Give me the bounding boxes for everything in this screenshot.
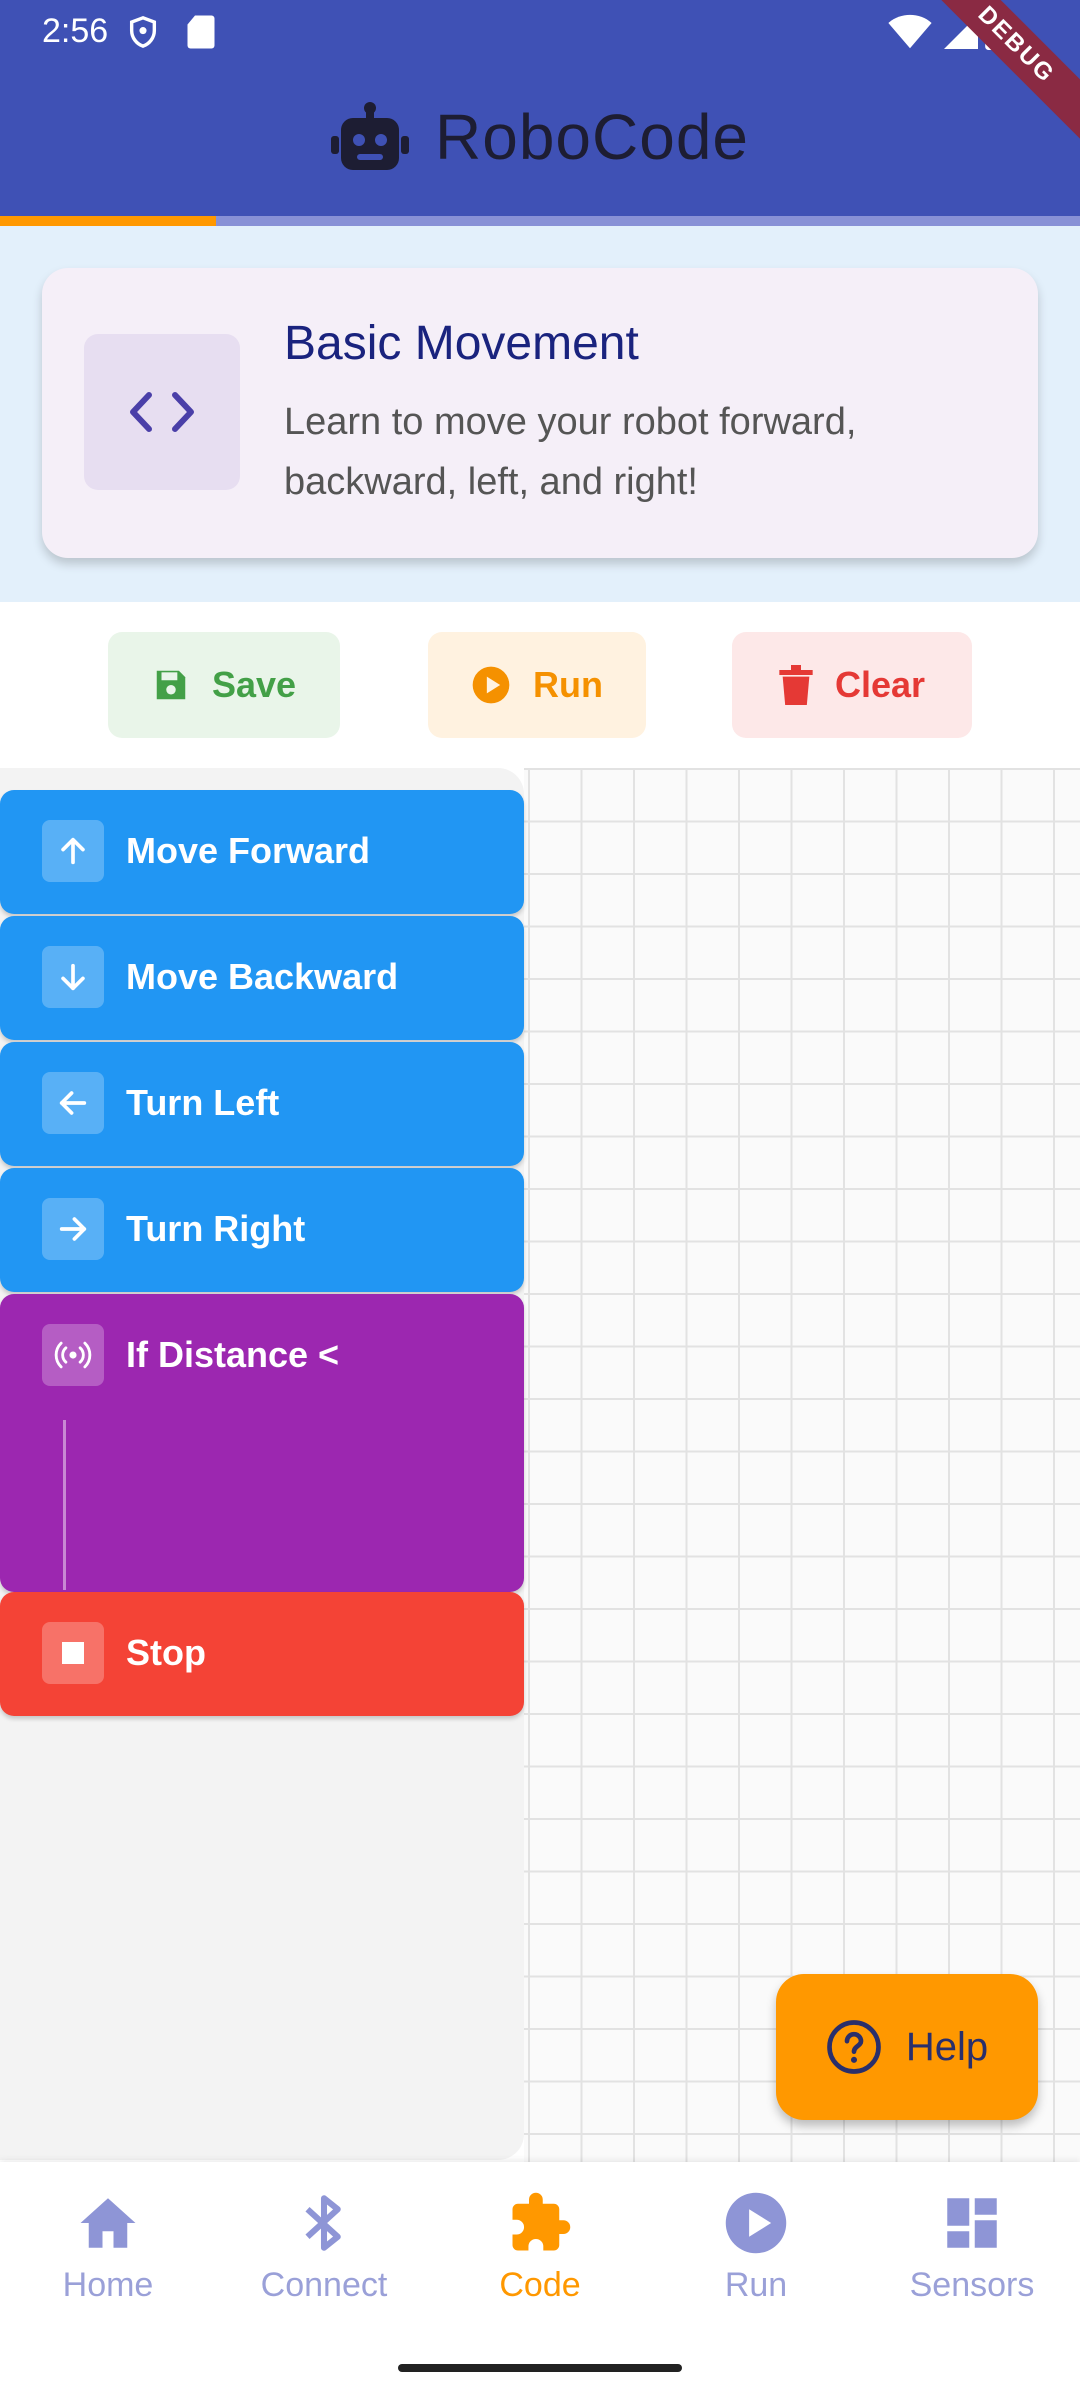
- help-button[interactable]: Help: [776, 1974, 1038, 2120]
- shield-icon: [129, 16, 157, 48]
- lesson-title: Basic Movement: [284, 317, 639, 370]
- clear-label: Clear: [834, 664, 926, 705]
- clear-button[interactable]: Clear: [732, 632, 972, 738]
- code-toolbar: Save Run Clear: [0, 602, 1080, 768]
- help-label: Help: [905, 2024, 989, 2069]
- puzzle-icon: [512, 2192, 571, 2251]
- nav-label: Connect: [260, 2266, 388, 2304]
- code-canvas[interactable]: [524, 768, 1080, 2162]
- save-button[interactable]: Save: [108, 632, 340, 738]
- block-stop[interactable]: Stop: [0, 1592, 524, 1716]
- arrow-right-icon: [42, 1198, 104, 1260]
- run-button[interactable]: Run: [428, 632, 646, 738]
- arrow-left-icon: [42, 1072, 104, 1134]
- nav-connect[interactable]: Connect: [224, 2190, 424, 2340]
- status-bar: 2:56: [0, 0, 1080, 64]
- block-label: Turn Left: [126, 1082, 280, 1123]
- arrow-up-icon: [42, 820, 104, 882]
- trash-icon: [779, 665, 813, 705]
- block-move-backward[interactable]: Move Backward: [0, 916, 524, 1040]
- wifi-icon: [888, 14, 932, 49]
- arrow-down-icon: [42, 946, 104, 1008]
- stop-icon: [42, 1622, 104, 1684]
- block-label: If Distance <: [126, 1334, 340, 1375]
- nav-code[interactable]: Code: [440, 2190, 640, 2340]
- status-time: 2:56: [42, 12, 109, 50]
- play-circle-icon: [725, 2192, 787, 2254]
- nav-label: Sensors: [909, 2266, 1035, 2304]
- app-title: RoboCode: [435, 101, 749, 173]
- nav-label: Home: [62, 2266, 154, 2304]
- lesson-card[interactable]: Basic Movement Learn to move your robot …: [42, 268, 1038, 558]
- nav-label: Run: [724, 2266, 788, 2304]
- block-if-distance[interactable]: If Distance <: [0, 1294, 524, 1592]
- bluetooth-icon: [305, 2195, 341, 2251]
- block-label: Move Forward: [126, 830, 371, 871]
- lesson-area: Basic Movement Learn to move your robot …: [0, 226, 1080, 602]
- dashboard-icon: [947, 2198, 997, 2248]
- save-icon: [156, 670, 186, 700]
- block-turn-left[interactable]: Turn Left: [0, 1042, 524, 1166]
- sensor-icon: [42, 1324, 104, 1386]
- sd-card-icon: [187, 15, 215, 49]
- block-label: Stop: [126, 1632, 206, 1673]
- block-label: Turn Right: [126, 1208, 306, 1249]
- progress-fill: [0, 216, 216, 226]
- block-palette: Move Forward Move Backward Turn Left Tur…: [0, 768, 524, 2160]
- app-bar: 2:56 RoboCode DEBUG: [0, 0, 1080, 216]
- nav-run[interactable]: Run: [656, 2190, 856, 2340]
- code-icon: [84, 334, 240, 490]
- nav-label: Code: [499, 2266, 581, 2304]
- play-circle-icon: [472, 666, 510, 704]
- home-icon: [80, 2198, 136, 2248]
- run-label: Run: [533, 664, 603, 705]
- app-title-group: RoboCode: [0, 92, 1080, 182]
- lesson-progress-bar: [0, 216, 1080, 226]
- robot-icon: [331, 102, 409, 170]
- home-indicator[interactable]: [398, 2364, 682, 2372]
- nav-sensors[interactable]: Sensors: [872, 2190, 1072, 2340]
- lesson-description: Learn to move your robot forward, backwa…: [284, 401, 857, 503]
- if-block-branch-line: [63, 1420, 66, 1590]
- save-label: Save: [211, 664, 297, 705]
- nav-home[interactable]: Home: [8, 2190, 208, 2340]
- help-icon: [827, 2020, 881, 2074]
- block-label: Move Backward: [126, 956, 399, 997]
- block-move-forward[interactable]: Move Forward: [0, 790, 524, 914]
- block-turn-right[interactable]: Turn Right: [0, 1168, 524, 1292]
